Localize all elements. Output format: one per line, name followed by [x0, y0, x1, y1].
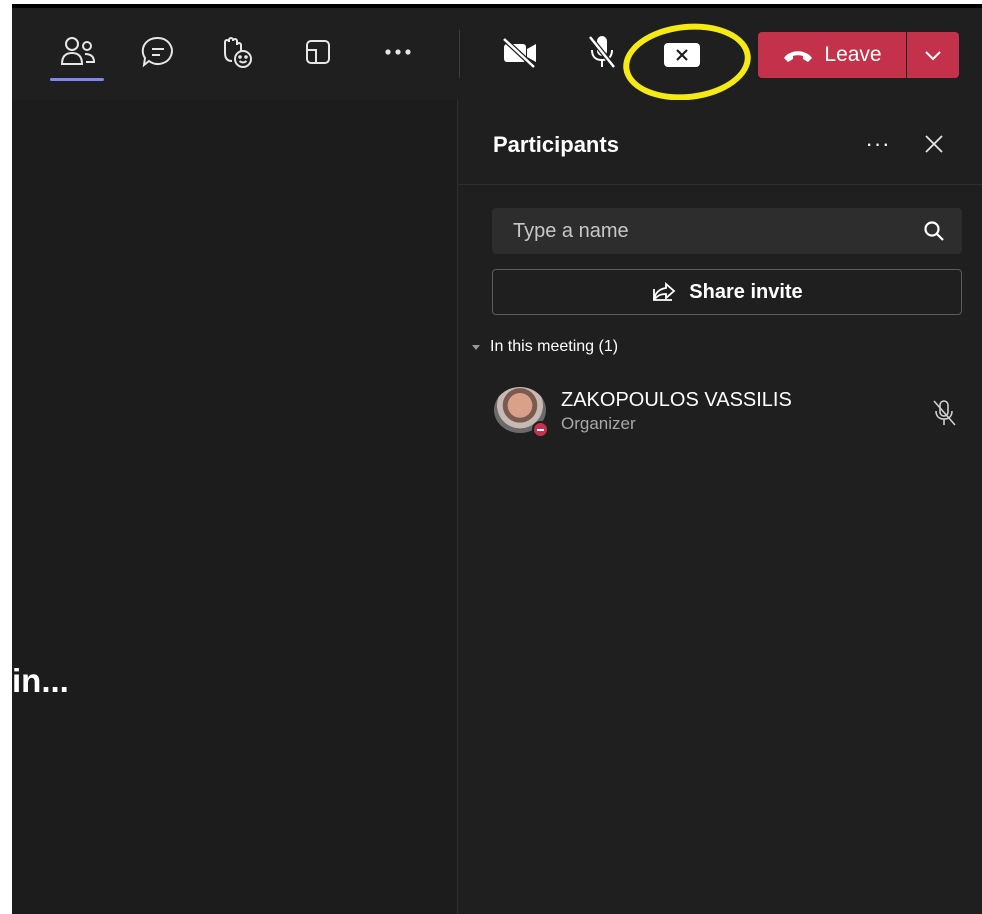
panel-more-options-button[interactable]: ··· [858, 128, 898, 160]
camera-off-icon [502, 37, 536, 69]
people-button[interactable] [56, 30, 100, 74]
share-invite-label: Share invite [689, 280, 803, 303]
in-meeting-section-header[interactable]: In this meeting (1) [472, 338, 618, 356]
react-raise-hand-icon [224, 37, 252, 68]
participant-name: ZAKOPOULOS VASSILIS [561, 389, 792, 411]
panel-title: Participants [493, 132, 619, 157]
leave-label: Leave [824, 43, 882, 66]
share-icon [653, 282, 676, 301]
search-icon [924, 221, 944, 241]
mic-toggle-button[interactable] [580, 30, 624, 74]
section-label: In this meeting (1) [490, 338, 619, 355]
panel-close-button[interactable] [916, 128, 952, 160]
chat-icon [141, 36, 173, 68]
toolbar-divider [459, 30, 460, 78]
participant-row[interactable]: ZAKOPOULOS VASSILIS Organizer [494, 384, 964, 440]
leave-button[interactable]: Leave [758, 32, 906, 78]
busy-status-icon [532, 421, 549, 438]
rooms-button[interactable] [296, 30, 340, 74]
more-actions-button[interactable] [376, 30, 420, 74]
participant-role: Organizer [561, 414, 636, 433]
active-tab-indicator [50, 78, 104, 81]
participant-search-input[interactable]: Type a name [492, 208, 962, 254]
mic-muted-icon [933, 400, 956, 426]
more-options-icon: ··· [865, 131, 891, 156]
camera-toggle-button[interactable] [498, 30, 542, 74]
chat-button[interactable] [136, 30, 180, 74]
people-icon [60, 37, 96, 65]
share-invite-button[interactable]: Share invite [492, 269, 962, 315]
more-actions-icon [385, 49, 411, 55]
hang-up-icon [784, 51, 813, 62]
rooms-icon [306, 40, 330, 64]
close-icon [925, 135, 943, 153]
react-button[interactable] [214, 30, 258, 74]
panel-divider [458, 184, 982, 185]
chevron-down-icon [925, 51, 941, 61]
search-placeholder: Type a name [513, 219, 629, 242]
mic-off-icon [588, 35, 616, 69]
stage-status-text: in... [12, 662, 69, 699]
participants-panel: Participants ··· Type a name Share invit… [457, 100, 982, 914]
leave-options-button[interactable] [907, 32, 959, 78]
caret-down-icon [472, 344, 480, 350]
